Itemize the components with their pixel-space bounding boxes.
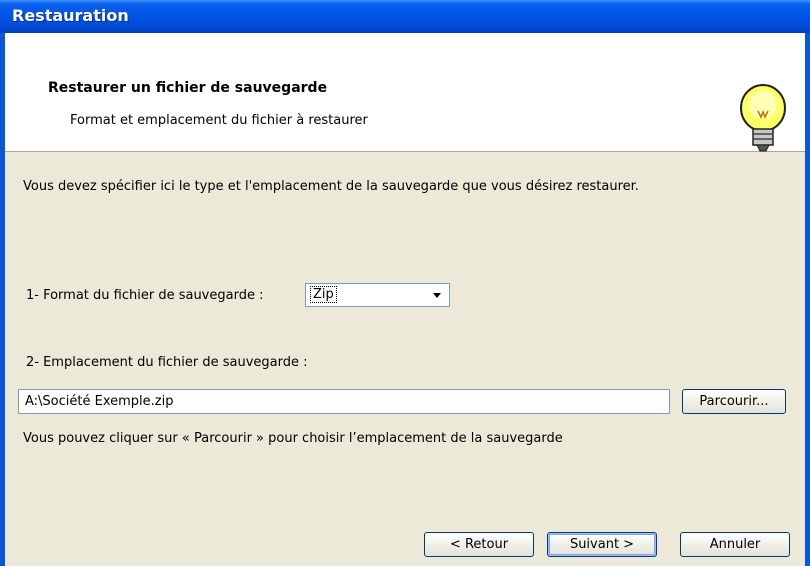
format-label: 1- Format du fichier de sauvegarde : <box>26 288 264 303</box>
lightbulb-icon <box>740 84 786 152</box>
format-select[interactable]: Zip <box>305 283 450 307</box>
cancel-button[interactable]: Annuler <box>680 532 790 557</box>
wizard-header: Restaurer un fichier de sauvegarde Forma… <box>5 33 805 152</box>
browse-hint: Vous pouvez cliquer sur « Parcourir » po… <box>23 431 563 446</box>
back-button[interactable]: < Retour <box>424 532 534 557</box>
backup-path-input[interactable] <box>18 389 670 414</box>
window-title: Restauration <box>12 6 129 25</box>
dropdown-arrow-icon <box>433 293 441 298</box>
intro-text: Vous devez spécifier ici le type et l'em… <box>23 179 639 194</box>
header-title: Restaurer un fichier de sauvegarde <box>48 80 328 96</box>
next-button[interactable]: Suivant > <box>547 532 657 557</box>
format-selected-value: Zip <box>310 286 337 303</box>
title-bar[interactable]: Restauration <box>0 0 810 33</box>
location-label: 2- Emplacement du fichier de sauvegarde … <box>26 355 308 370</box>
header-subtitle: Format et emplacement du fichier à resta… <box>70 113 368 128</box>
restore-wizard-window: Restauration Restaurer un fichier de sau… <box>0 0 810 566</box>
browse-button[interactable]: Parcourir... <box>682 389 786 414</box>
